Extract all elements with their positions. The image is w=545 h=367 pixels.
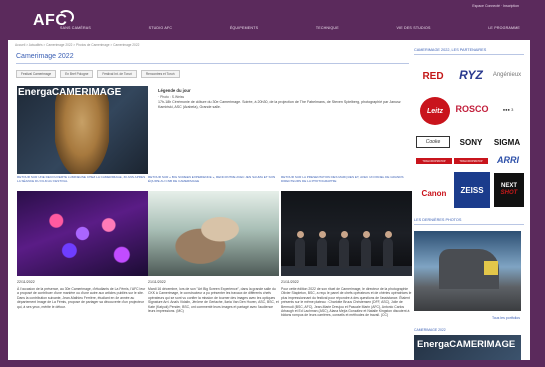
nav-item[interactable]: Vie des studios [396,26,430,38]
title-divider [16,63,409,64]
panelist [361,238,371,268]
article-heading[interactable]: Retour sur « Big Screen Experience », re… [148,176,279,189]
photos-section-header: Les dernières photos [414,218,524,225]
tag[interactable]: En Bref Pologne [60,70,94,78]
article-excerpt: À l'occasion de la présence, au 30e Came… [17,287,146,309]
tag[interactable]: Festival Int. de Toruń [97,70,137,78]
panelist [339,238,349,268]
article-photo[interactable] [17,191,148,276]
nav-item[interactable]: Équipements [230,26,258,38]
next-shot-logo[interactable]: NEXT SHOT [494,173,524,207]
hero-photo[interactable]: EnergaCAMERIMAGE [17,86,148,174]
partner-logo[interactable]: ТРАНСФОРМАТОР [416,158,452,164]
nav-item[interactable]: Le Programme [488,26,520,38]
legend-credit: · Photo : S.Weiss [158,95,185,99]
tag[interactable]: Festival Camerimage [16,70,57,78]
partner-logo[interactable]: ●●● 3 [492,104,524,114]
header-account-links[interactable]: Espace Connecté · Inscription [472,4,519,8]
partners-heading: Camerimage 2022, les partenaires [414,48,487,52]
sigma-logo[interactable]: SIGMA [490,136,524,148]
panelist-head [340,231,348,238]
content-frame: Accueil > Actualités > Camerimage 2022 >… [8,40,530,360]
nav-item[interactable]: Technique [316,26,339,38]
tag-list: Festival Camerimage En Bref Pologne Fest… [16,70,180,78]
sidebar: Camerimage 2022, les partenaires RED RYZ… [414,40,524,360]
site-header: AFC Espace Connecté · Inscription Sans C… [0,0,545,42]
article-photo[interactable] [281,191,412,276]
article-heading[interactable]: Retour sur une découverte lumineuse chez… [17,176,148,189]
canon-logo[interactable]: Canon [416,186,452,200]
camerimage-banner[interactable]: EnergaCAMERIMAGE [414,335,521,360]
page-title: Camerimage 2022 [16,53,74,60]
next-shot-word: NEXT [500,183,517,189]
panelist [295,238,305,268]
article-excerpt: Mardi 16 décembre, lors de son "Art Big … [148,287,279,314]
article-date: 21/11/2022 [281,280,299,284]
arri-logo[interactable]: ARRI [492,154,524,166]
nav-item[interactable]: Sans Caméras [60,26,91,38]
sidebar-divider [414,54,524,55]
panelist [317,238,327,268]
bottom-border [0,360,545,367]
article-photo[interactable] [148,191,279,276]
article-date: 21/11/2022 [148,280,166,284]
rosco-logo[interactable]: ROSCO [454,102,490,116]
photo-sign [484,261,498,275]
tag[interactable]: Rencontres et Toruń [140,70,180,78]
breadcrumb[interactable]: Accueil > Actualités > Camerimage 2022 >… [15,43,139,47]
leitz-logo[interactable]: Leitz [420,97,450,125]
logo-swoosh-icon [58,10,74,24]
nav-item[interactable]: Studio AFC [149,26,173,38]
sony-logo[interactable]: SONY [454,136,488,148]
legend-description: 17h-18h Cérémonie de clôture du 30e Came… [158,100,401,109]
hero-photo-caption: EnergaCAMERIMAGE [18,87,122,98]
panelist [383,238,393,268]
ryz-logo[interactable]: RYZ [454,67,488,83]
panelist-head [318,231,326,238]
zeiss-logo[interactable]: ZEISS [454,172,490,208]
article-heading[interactable]: Retour sur la présentation des marques e… [281,176,412,189]
article-date: 22/11/2022 [17,280,35,284]
panelist-head [384,231,392,238]
article-card: Retour sur une découverte lumineuse chez… [17,176,148,309]
main-nav: Sans Caméras Studio AFC Équipements Tech… [60,26,520,38]
sidebar-divider [414,224,524,225]
camerimage-banner-text: EnergaCAMERIMAGE [417,339,516,350]
all-portfolios-link[interactable]: Tous les portfolios [492,316,520,320]
article-card: Retour sur « Big Screen Experience », re… [148,176,279,313]
panelist-head [296,231,304,238]
hero-statue [55,94,109,174]
partner-logo[interactable]: ТРАНСФОРМАТОР [454,158,488,164]
angenieux-logo[interactable]: Angénieux [490,68,524,82]
next-shot-word: SHOT [500,190,518,196]
camerimage-heading: Camerimage 2022 [414,328,446,332]
cooke-logo[interactable]: Cooke [416,136,450,148]
article-card: Retour sur la présentation des marques e… [281,176,412,318]
article-excerpt: Pour cette édition 2022 de son rituel de… [281,287,412,318]
legend-title: Légende du jour [158,88,191,93]
photos-heading: Les dernières photos [414,218,462,222]
red-logo[interactable]: RED [414,69,452,83]
panelist-head [362,231,370,238]
latest-photo[interactable] [414,231,521,311]
